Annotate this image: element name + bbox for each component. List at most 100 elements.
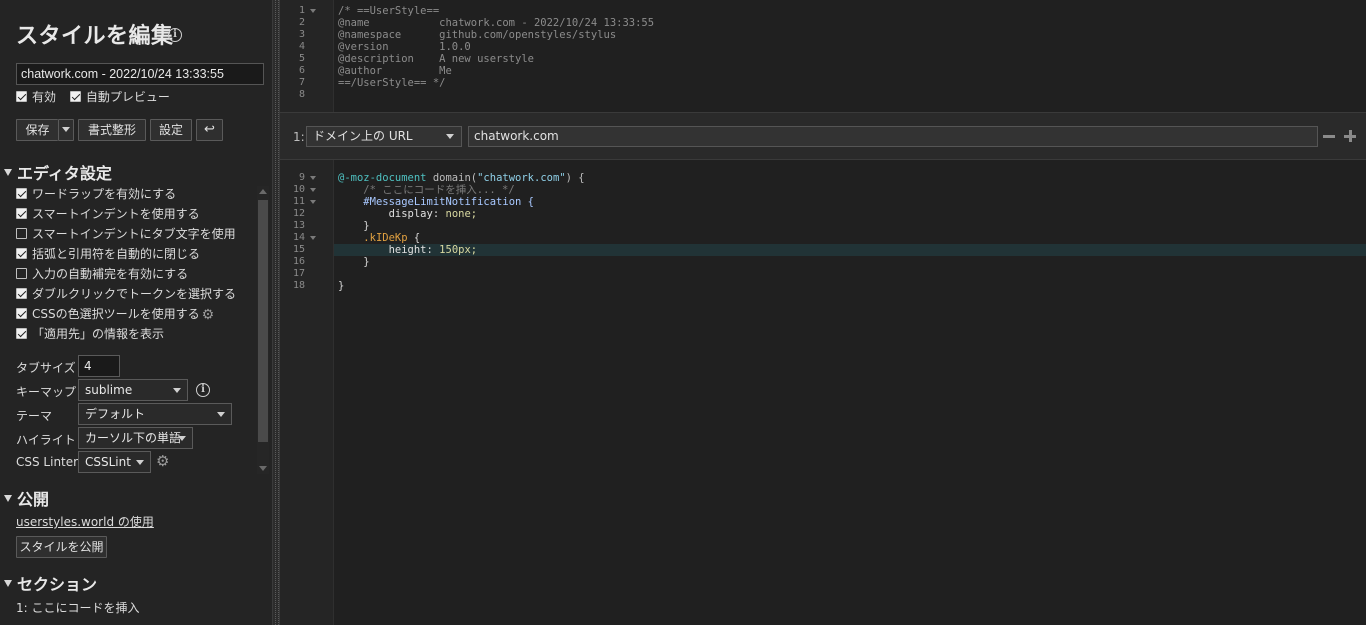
option-indent-tabs[interactable]: スマートインデントにタブ文字を使用: [16, 226, 256, 246]
line-number: 12: [292, 208, 305, 219]
active-line-highlight: [334, 244, 1366, 256]
code-line: }: [338, 280, 344, 292]
userstyles-world-link[interactable]: userstyles.world の使用: [16, 513, 154, 530]
option-label: ワードラップを有効にする: [32, 187, 177, 201]
gear-icon[interactable]: ⚙: [202, 307, 215, 323]
option-smart-indent[interactable]: スマートインデントを使用する: [16, 206, 256, 226]
scrollbar-thumb[interactable]: [258, 200, 268, 442]
checkbox-icon[interactable]: [69, 91, 81, 102]
info-icon[interactable]: i: [196, 383, 210, 397]
brace-token: }: [363, 256, 370, 268]
settings-scrollbar[interactable]: [257, 186, 269, 474]
save-button[interactable]: 保存: [16, 119, 58, 141]
linter-label: CSS Linter: [16, 455, 79, 469]
line-number: 17: [292, 268, 305, 279]
publish-heading[interactable]: 公開: [4, 486, 49, 510]
section-item[interactable]: 1: ここにコードを挿入: [16, 599, 140, 616]
format-button[interactable]: 書式整形: [78, 119, 146, 141]
tab-size-input[interactable]: 4: [78, 355, 120, 377]
line-number: 13: [292, 220, 305, 231]
option-color-picker[interactable]: CSSの色選択ツールを使用する ⚙: [16, 306, 256, 326]
keymap-value: sublime: [85, 383, 133, 397]
keymap-label: キーマップ: [16, 385, 77, 399]
live-preview-checkbox[interactable]: 自動プレビュー: [69, 90, 170, 104]
option-select-by-token[interactable]: ダブルクリックでトークンを選択する: [16, 286, 256, 306]
line-number: 9: [298, 172, 305, 183]
fold-arrow-icon[interactable]: [310, 236, 316, 240]
line-number: 18: [292, 280, 305, 291]
info-icon[interactable]: i: [168, 28, 182, 42]
code-line: @author Me: [338, 65, 452, 77]
fold-arrow-icon[interactable]: [310, 188, 316, 192]
undo-button[interactable]: ↩: [196, 119, 223, 141]
publish-style-button[interactable]: スタイルを公開: [16, 536, 107, 558]
chevron-down-icon: [173, 388, 181, 393]
fold-arrow-icon[interactable]: [310, 200, 316, 204]
sidebar-resizer[interactable]: [272, 0, 280, 625]
checkbox-icon[interactable]: [16, 288, 27, 299]
scroll-down-icon[interactable]: [259, 466, 267, 471]
checkbox-icon[interactable]: [16, 208, 27, 219]
editor-settings-heading[interactable]: エディタ設定: [4, 160, 112, 184]
property-token: height: [388, 244, 427, 256]
sections-heading[interactable]: セクション: [4, 571, 97, 595]
option-auto-close-brackets[interactable]: 括弧と引用符を自動的に閉じる: [16, 246, 256, 266]
code-editor[interactable]: 1 2 3 4 5 6 7 8 /* ==UserStyle== @name c…: [280, 0, 1366, 625]
code-line: }: [338, 256, 370, 268]
line-gutter: 9 10 11 12 13 14 15 16 17 18: [280, 160, 334, 625]
line-number: 14: [292, 232, 305, 243]
section-code-block[interactable]: 9 10 11 12 13 14 15 16 17 18 @-moz-docum…: [280, 160, 1366, 625]
linter-value: CSSLint: [85, 455, 131, 469]
style-toggles: 有効 自動プレビュー: [16, 88, 180, 105]
metadata-code-block[interactable]: 1 2 3 4 5 6 7 8 /* ==UserStyle== @name c…: [280, 0, 1366, 112]
option-word-wrap[interactable]: ワードラップを有効にする: [16, 186, 256, 206]
line-number: 7: [298, 77, 305, 88]
applies-index: 1:: [293, 130, 305, 144]
line-number: 6: [298, 65, 305, 76]
scroll-up-icon[interactable]: [259, 189, 267, 194]
save-dropdown-button[interactable]: [58, 119, 74, 141]
applies-type-value: ドメイン上の URL: [313, 129, 413, 143]
chevron-down-icon: [217, 412, 225, 417]
applies-to-bar: 1: ドメイン上の URL chatwork.com: [280, 112, 1366, 160]
add-applies-icon[interactable]: [1344, 130, 1356, 142]
linter-select[interactable]: CSSLint: [78, 451, 151, 473]
applies-value-input[interactable]: chatwork.com: [468, 126, 1318, 147]
code-line: .kIDeKp {: [338, 232, 420, 244]
keymap-select[interactable]: sublime: [78, 379, 188, 401]
option-autocomplete[interactable]: 入力の自動補完を有効にする: [16, 266, 256, 286]
line-number: 3: [298, 29, 305, 40]
settings-button[interactable]: 設定: [150, 119, 192, 141]
theme-value: デフォルト: [85, 407, 146, 421]
selector-token: #MessageLimitNotification {: [363, 196, 534, 208]
code-line: ==/UserStyle== */: [338, 77, 446, 89]
checkbox-icon[interactable]: [16, 248, 27, 259]
page-title: スタイルを編集: [16, 24, 174, 49]
style-name-input[interactable]: chatwork.com - 2022/10/24 13:33:55: [16, 63, 264, 85]
gear-icon[interactable]: ⚙: [156, 452, 169, 470]
collapse-triangle-icon: [4, 580, 12, 587]
fold-arrow-icon[interactable]: [310, 9, 316, 13]
theme-select[interactable]: デフォルト: [78, 403, 232, 425]
line-number: 15: [292, 244, 305, 255]
checkbox-icon[interactable]: [16, 91, 27, 102]
code-line: @name chatwork.com - 2022/10/24 13:33:55: [338, 17, 655, 29]
fold-arrow-icon[interactable]: [310, 176, 316, 180]
checkbox-icon[interactable]: [16, 328, 27, 339]
checkbox-icon[interactable]: [16, 228, 27, 239]
code-line: /* ==UserStyle==: [338, 5, 440, 17]
enabled-checkbox[interactable]: 有効: [16, 90, 56, 104]
chevron-down-icon: [446, 134, 454, 139]
enabled-label: 有効: [32, 90, 57, 104]
remove-applies-icon[interactable]: [1323, 135, 1335, 138]
applies-type-select[interactable]: ドメイン上の URL: [306, 126, 462, 147]
checkbox-icon[interactable]: [16, 268, 27, 279]
string-token: "chatwork.com": [477, 172, 566, 184]
option-applies-to-info[interactable]: 「適用先」の情報を表示: [16, 326, 256, 346]
checkbox-icon[interactable]: [16, 308, 27, 319]
chevron-down-icon: [178, 436, 186, 441]
highlight-select[interactable]: カーソル下の単語: [78, 427, 193, 449]
checkbox-icon[interactable]: [16, 188, 27, 199]
line-number: 5: [298, 53, 305, 64]
value-token: 150px;: [439, 244, 478, 256]
